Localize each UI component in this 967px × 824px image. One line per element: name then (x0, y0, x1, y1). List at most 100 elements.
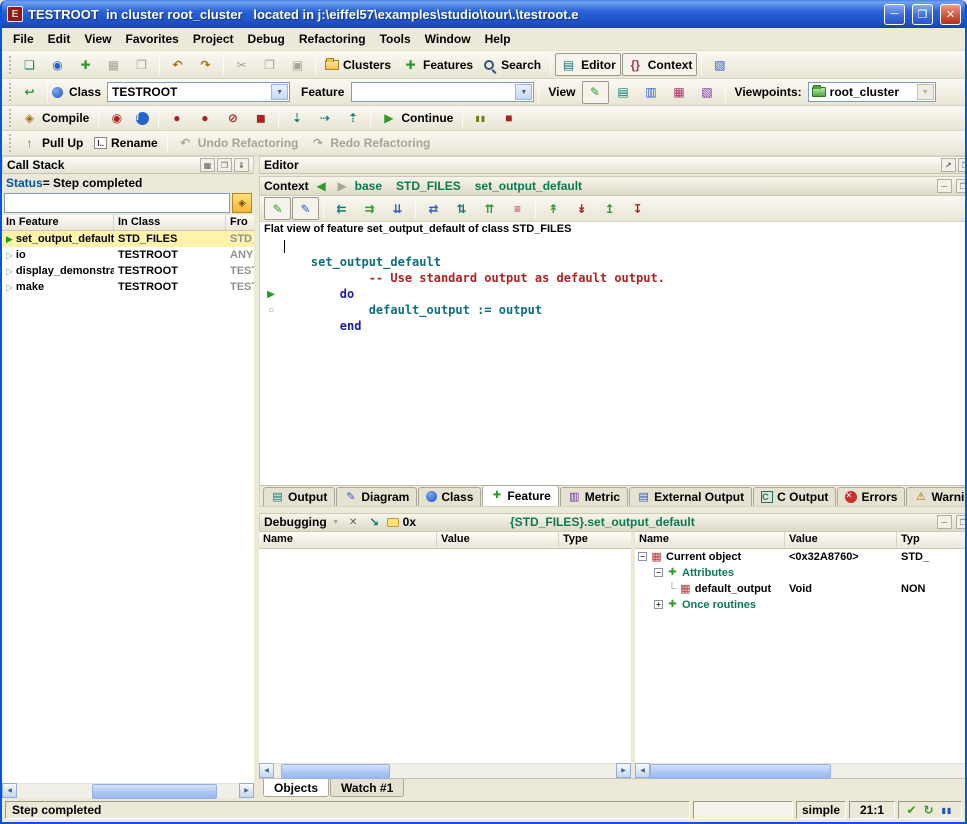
tab-errors[interactable]: ✕Errors (837, 487, 905, 506)
info-button[interactable]: i (131, 109, 154, 128)
comment-icon[interactable] (387, 518, 399, 527)
column-value[interactable]: Value (437, 532, 559, 548)
object-tree-row[interactable]: −✚Attributes (635, 565, 967, 581)
menu-edit[interactable]: Edit (41, 30, 78, 48)
redo-button[interactable]: ↷ (192, 53, 219, 76)
view-flat-button[interactable]: ▥ (638, 81, 665, 104)
toolbar-grip[interactable] (7, 109, 12, 127)
editor-toggle-button[interactable]: ▤Editor (555, 53, 621, 76)
swap-view-button[interactable]: ⇄ (420, 197, 447, 220)
save-button[interactable]: ▦ (100, 53, 127, 76)
gutter[interactable]: ○ (260, 305, 282, 316)
column-from[interactable]: Fro (226, 215, 254, 230)
chevron-down-icon[interactable]: ▼ (515, 84, 532, 100)
menu-refactoring[interactable]: Refactoring (292, 30, 373, 48)
maximize-panel-icon[interactable]: ❐ (956, 179, 967, 193)
tab-watch-1[interactable]: Watch #1 (330, 779, 404, 797)
scroll-right-icon[interactable]: ▶ (239, 783, 254, 798)
grab-icon[interactable]: ↘ (366, 514, 383, 531)
save-all-button[interactable]: ❐ (128, 53, 155, 76)
breakpoint-slot-icon[interactable]: ○ (268, 305, 274, 316)
call-stack-hscrollbar[interactable]: ◀ ▶ (2, 783, 254, 798)
descendants-button[interactable]: ↡ (568, 197, 595, 220)
callees-button[interactable]: ⇉ (356, 197, 383, 220)
remove-breakpoints-button[interactable]: ◼ (247, 107, 274, 130)
scrollbar-thumb[interactable] (281, 764, 390, 779)
minimize-panel-icon[interactable]: ─ (937, 515, 952, 529)
object-tree-row[interactable]: └▦default_output Void NON (635, 581, 967, 597)
breadcrumb-feature[interactable]: set_output_default (475, 179, 582, 193)
view-contract-button[interactable]: ▦ (666, 81, 693, 104)
watch-empty-area[interactable] (259, 549, 631, 764)
assigners-button[interactable]: ⇊ (384, 197, 411, 220)
ancestors-button[interactable]: ↟ (540, 197, 567, 220)
clients-button[interactable]: ↥ (596, 197, 623, 220)
tab-objects[interactable]: Objects (263, 779, 329, 797)
class-combobox[interactable]: TESTROOT ▼ (107, 82, 290, 102)
undo-button[interactable]: ↶ (164, 53, 191, 76)
expand-icon[interactable]: + (654, 600, 663, 609)
viewpoints-combobox[interactable]: root_cluster ▼ (808, 82, 936, 102)
float-panel-icon[interactable]: ❐ (217, 158, 232, 172)
diagram-tool-button[interactable]: ▧ (706, 53, 733, 76)
tab-warnings[interactable]: ⚠Warnings (906, 487, 967, 506)
column-type[interactable]: Typ (897, 532, 967, 548)
code-editor[interactable]: set_output_default -- Use standard outpu… (259, 237, 967, 485)
hex-toggle[interactable]: 0x (403, 515, 416, 529)
tab-metric[interactable]: ▥Metric (560, 487, 628, 506)
history-back-icon[interactable]: ◀ (313, 178, 330, 195)
menu-view[interactable]: View (77, 30, 118, 48)
objects-hscrollbar[interactable]: ◀ ▶ (635, 763, 967, 778)
scrollbar-thumb[interactable] (92, 784, 216, 799)
enable-all-breakpoints-button[interactable]: ● (191, 107, 218, 130)
call-stack-row[interactable]: ▶set_output_default STD_FILES STD_ (2, 231, 254, 247)
flat-view-button[interactable]: ⇈ (476, 197, 503, 220)
watch-hscrollbar[interactable]: ◀ ▶ (259, 763, 631, 778)
view-interface-button[interactable]: ▧ (694, 81, 721, 104)
call-stack-row[interactable]: ▷display_demonstrat... TESTROOT TEST (2, 263, 254, 279)
code-line[interactable] (260, 238, 967, 254)
minimize-button[interactable]: ─ (884, 4, 905, 25)
contract-view-button[interactable]: ⇅ (448, 197, 475, 220)
menu-favorites[interactable]: Favorites (118, 30, 185, 48)
pause-button[interactable]: ▮▮ (467, 107, 494, 130)
close-debug-icon[interactable]: ✕ (345, 514, 362, 531)
scroll-left-icon[interactable]: ◀ (2, 783, 17, 798)
objects-empty-area[interactable] (635, 613, 967, 764)
maximize-panel-icon[interactable]: ❐ (958, 158, 967, 172)
column-in-class[interactable]: In Class (114, 215, 226, 230)
menu-project[interactable]: Project (186, 30, 241, 48)
code-line[interactable]: ▶ do (260, 286, 967, 302)
copy-button[interactable]: ❐ (256, 53, 283, 76)
new-window-button[interactable]: ❏ (16, 53, 43, 76)
object-tree-row[interactable]: +✚Once routines (635, 597, 967, 613)
undo-refactoring-button[interactable]: ↶Undo Refactoring (172, 132, 304, 155)
view-basic-button[interactable]: ▤ (610, 81, 637, 104)
edit-class-button[interactable]: ✎ (292, 197, 319, 220)
menu-help[interactable]: Help (478, 30, 518, 48)
collapse-icon[interactable]: − (638, 552, 647, 561)
maximize-button[interactable]: ❐ (912, 4, 933, 25)
scroll-right-icon[interactable]: ▶ (616, 763, 631, 778)
suppliers-button[interactable]: ↧ (624, 197, 651, 220)
scroll-left-icon[interactable]: ◀ (635, 763, 650, 778)
add-button[interactable]: ✚ (72, 53, 99, 76)
minimize-panel-icon[interactable]: ─ (937, 179, 952, 193)
stack-filter-input[interactable] (4, 193, 230, 213)
continue-button[interactable]: ▶Continue (375, 107, 458, 130)
tab-external-output[interactable]: ▤External Output (629, 487, 752, 506)
history-forward-icon[interactable]: ▶ (334, 178, 351, 195)
restore-panel-icon[interactable]: ↗ (941, 158, 956, 172)
close-button[interactable]: ✕ (940, 4, 961, 25)
column-value[interactable]: Value (785, 532, 897, 548)
menu-window[interactable]: Window (418, 30, 478, 48)
editor-header[interactable]: Editor ↗ ❐ ✕ (259, 156, 967, 174)
breadcrumb-class[interactable]: STD_FILES (396, 179, 461, 193)
paste-button[interactable]: ▣ (284, 53, 311, 76)
edit-feature-button[interactable]: ✎ (264, 197, 291, 220)
column-type[interactable]: Type (559, 532, 631, 548)
clusters-button[interactable]: Clusters (320, 55, 396, 75)
disable-breakpoints-button[interactable]: ⊘ (219, 107, 246, 130)
view-edit-button[interactable]: ✎ (582, 81, 609, 104)
minimize-panel-icon[interactable]: ⇓ (234, 158, 249, 172)
